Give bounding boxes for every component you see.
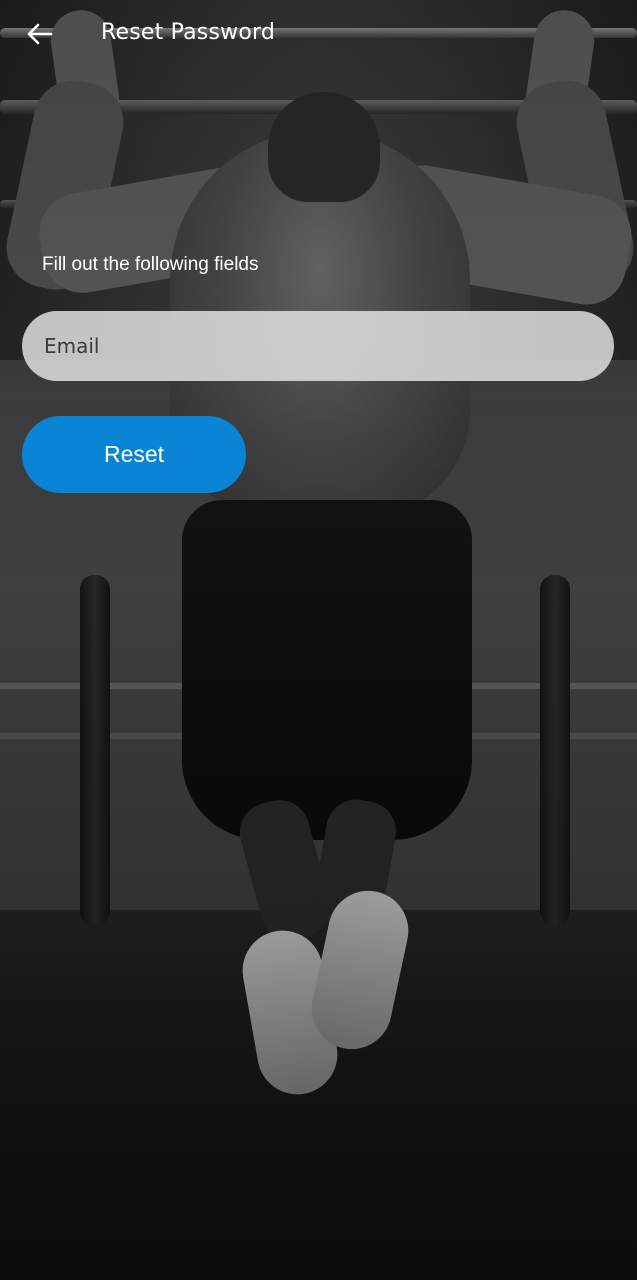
page-title: Reset Password xyxy=(101,20,276,45)
email-field[interactable] xyxy=(22,310,614,382)
app-bar: Reset Password xyxy=(0,0,637,72)
reset-password-screen: Reset Password Fill out the following fi… xyxy=(0,0,637,1280)
email-input[interactable] xyxy=(42,310,614,382)
reset-button[interactable]: Reset xyxy=(22,416,246,493)
back-button[interactable] xyxy=(20,16,60,56)
background-photo xyxy=(0,0,637,1280)
form-instruction: Fill out the following fields xyxy=(42,254,259,275)
background-shade xyxy=(0,0,637,1280)
arrow-left-icon xyxy=(27,23,53,49)
